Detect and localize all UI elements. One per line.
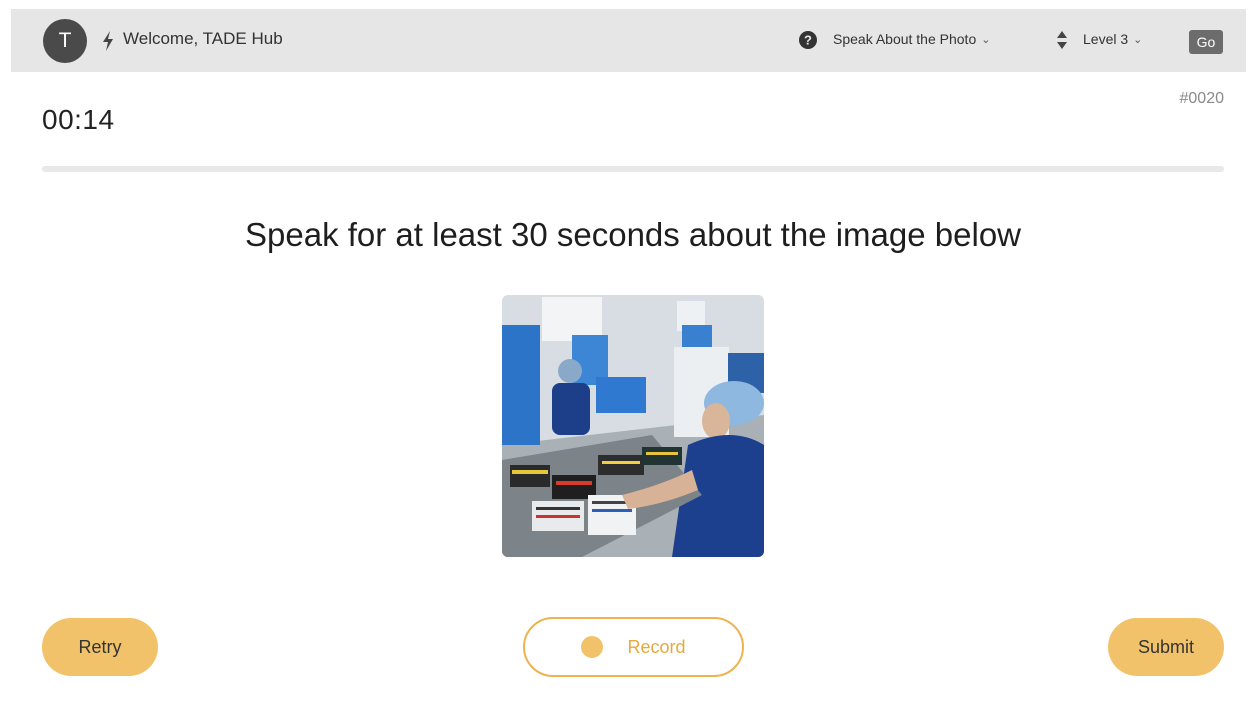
- record-button[interactable]: Record: [523, 617, 744, 677]
- level-select-label: Level 3: [1083, 31, 1129, 47]
- record-dot-icon: [581, 636, 604, 658]
- progress-bar: [42, 166, 1224, 172]
- retry-button[interactable]: Retry: [42, 618, 158, 676]
- mode-select-label: Speak About the Photo: [833, 31, 977, 47]
- item-id: #0020: [1179, 90, 1225, 107]
- welcome-text: Welcome, TADE Hub: [123, 29, 283, 48]
- help-circle-icon[interactable]: ?: [799, 31, 817, 49]
- record-label: Record: [627, 636, 686, 657]
- submit-button[interactable]: Submit: [1108, 618, 1224, 676]
- avatar-initial: T: [58, 29, 72, 52]
- countdown-timer: 00:14: [42, 104, 115, 135]
- svg-text:?: ?: [804, 33, 812, 48]
- level-select[interactable]: Level 3 ⌄: [1083, 31, 1142, 47]
- chevron-down-icon: ⌄: [1133, 34, 1143, 46]
- sort-updown-icon: [1057, 31, 1067, 49]
- mode-select[interactable]: Speak About the Photo ⌄: [833, 31, 990, 47]
- user-avatar[interactable]: T: [43, 19, 87, 63]
- go-button[interactable]: Go: [1189, 30, 1223, 54]
- top-bar: T Welcome, TADE Hub ? Speak About the Ph…: [11, 9, 1246, 72]
- bolt-icon: [103, 31, 113, 51]
- task-prompt: Speak for at least 30 seconds about the …: [245, 216, 1021, 253]
- task-photo: [502, 295, 764, 557]
- chevron-down-icon: ⌄: [981, 34, 991, 46]
